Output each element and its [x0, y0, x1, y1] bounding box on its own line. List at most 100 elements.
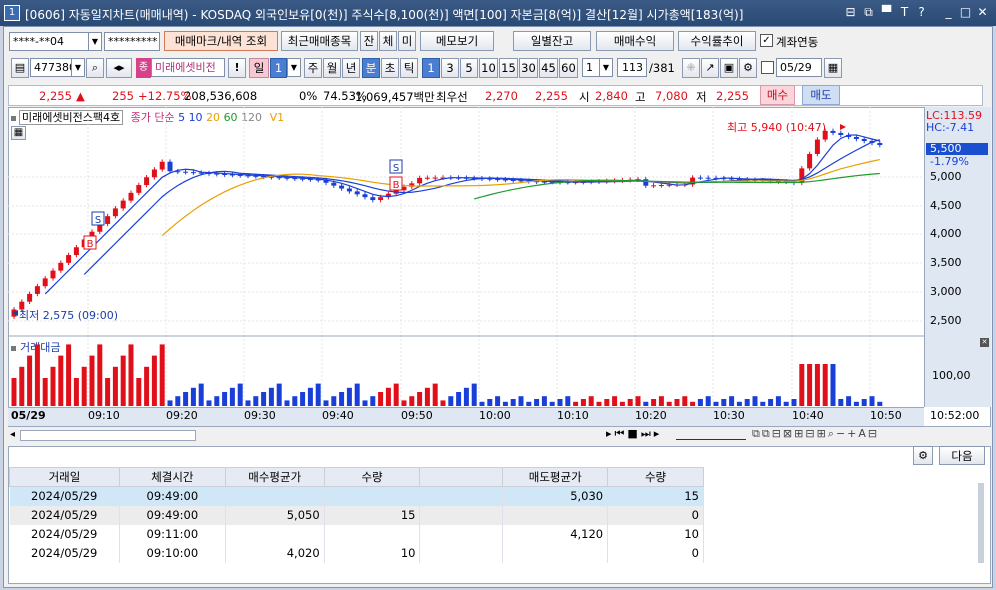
- panel-close-icon[interactable]: ✕: [980, 338, 989, 347]
- password-input[interactable]: *********: [104, 32, 160, 51]
- chart-settings-icon[interactable]: ▤: [11, 58, 29, 78]
- interval-45-button[interactable]: 45: [539, 58, 558, 78]
- close-icon[interactable]: ✕: [975, 5, 990, 19]
- next-page-button[interactable]: 다음: [939, 446, 985, 465]
- volume-bar: [190, 387, 196, 406]
- period-year-button[interactable]: 년: [342, 58, 360, 78]
- candle-body: [432, 177, 438, 179]
- zoom-slider[interactable]: [676, 428, 746, 440]
- period-num-field[interactable]: 1: [270, 58, 287, 78]
- account-link-checkbox[interactable]: ✓: [760, 34, 773, 47]
- interval-3-button[interactable]: 3: [441, 58, 459, 78]
- chart-scrollbar-thumb[interactable]: [20, 430, 196, 441]
- minimize-icon[interactable]: _: [941, 5, 956, 19]
- stock-code-input[interactable]: 477380: [30, 58, 72, 77]
- interval-5-button[interactable]: 5: [460, 58, 478, 78]
- volume-bar: [846, 396, 852, 406]
- playback-controls[interactable]: ▸⏮■⏭▸: [606, 427, 662, 441]
- save-icon[interactable]: ▣: [720, 58, 738, 78]
- col-sell-qty[interactable]: 수량: [607, 467, 704, 487]
- volume-bar: [565, 396, 571, 406]
- trade-profit-button[interactable]: 매매수익: [596, 31, 674, 51]
- volume-bar: [276, 383, 282, 406]
- period-month-button[interactable]: 월: [323, 58, 341, 78]
- table-row[interactable]: 2024/05/29 09:11:00 4,120 10: [9, 524, 704, 544]
- col-sell-avg[interactable]: 매도평균가: [502, 467, 609, 487]
- help-icon[interactable]: ?: [914, 5, 929, 19]
- candle-body: [346, 188, 352, 192]
- interval-30-button[interactable]: 30: [519, 58, 538, 78]
- col-buy-avg[interactable]: 매수평균가: [224, 467, 325, 487]
- font-icon[interactable]: T: [897, 5, 912, 19]
- table-row[interactable]: 2024/05/29 09:10:00 4,020 10 0: [9, 543, 704, 563]
- layout-icon[interactable]: ⊟: [843, 5, 858, 19]
- unfilled-button[interactable]: 미: [398, 31, 416, 51]
- table-cell: 4,120: [502, 524, 609, 544]
- volume-bar: [814, 364, 820, 406]
- volume-bar: [73, 378, 79, 406]
- account-dropdown-icon[interactable]: ▼: [88, 32, 102, 51]
- trend-tool-icon[interactable]: ↗: [701, 58, 719, 78]
- interval-dropdown-icon[interactable]: ▼: [599, 58, 613, 77]
- period-minute-button[interactable]: 분: [362, 58, 380, 78]
- restore-window-icon[interactable]: ⧉: [861, 5, 876, 20]
- candle-body: [42, 278, 48, 287]
- x-tick-label: 10:50: [870, 409, 902, 422]
- crosshair-icon[interactable]: ⁜: [682, 58, 700, 78]
- maximize-icon[interactable]: □: [958, 5, 973, 19]
- interval-15-button[interactable]: 15: [499, 58, 518, 78]
- bar-count-input[interactable]: 113: [617, 58, 647, 77]
- warning-icon[interactable]: !: [228, 58, 246, 78]
- grid-scrollbar[interactable]: [978, 483, 984, 563]
- recent-trades-button[interactable]: 최근매매종목: [281, 31, 358, 51]
- col-buy-qty[interactable]: 수량: [323, 467, 421, 487]
- calendar-icon[interactable]: ▦: [824, 58, 842, 78]
- period-week-button[interactable]: 주: [304, 58, 322, 78]
- jong-badge: 종: [136, 58, 151, 78]
- volume-bar: [81, 366, 87, 406]
- trade-mark-label: S: [95, 215, 101, 226]
- interval-1-button[interactable]: 1: [422, 58, 440, 78]
- period-second-button[interactable]: 초: [381, 58, 399, 78]
- sound-icon[interactable]: ◂▸: [106, 58, 132, 78]
- drawing-tools[interactable]: ⧉⧉⊟⊠⊞⊟⊞⌕−+A⊟: [752, 427, 879, 441]
- interval-60-button[interactable]: 60: [559, 58, 578, 78]
- table-row[interactable]: 2024/05/29 09:49:00 5,050 15 0: [9, 505, 704, 525]
- x-tick-label: 09:30: [244, 409, 276, 422]
- volume-bar: [791, 399, 797, 406]
- date-checkbox[interactable]: [761, 61, 774, 74]
- table-row[interactable]: 2024/05/29 09:49:00 5,030 15: [9, 486, 704, 506]
- memo-button[interactable]: 메모보기: [420, 31, 494, 51]
- table-cell: 0: [607, 505, 704, 525]
- interval-10-button[interactable]: 10: [479, 58, 498, 78]
- x-tick-label: 09:40: [322, 409, 354, 422]
- sell-button[interactable]: 매도: [802, 85, 840, 105]
- candlestick-chart[interactable]: SBSB: [8, 107, 924, 407]
- account-input[interactable]: ****-**04: [9, 32, 89, 51]
- date-input[interactable]: 05/29: [776, 58, 822, 77]
- yield-trend-button[interactable]: 수익률추이: [678, 31, 756, 51]
- price-change: 255: [112, 89, 134, 103]
- daily-balance-button[interactable]: 일별잔고: [513, 31, 591, 51]
- volume-bar: [604, 399, 610, 406]
- volume-bar: [853, 401, 859, 406]
- col-exec-time[interactable]: 체결시간: [118, 467, 226, 487]
- trade-amount: 1,069,457백만: [355, 90, 435, 104]
- executed-button[interactable]: 체: [379, 31, 397, 51]
- buy-button[interactable]: 매수: [760, 85, 795, 105]
- table-cell: 10: [324, 543, 421, 563]
- scroll-left-icon[interactable]: ◂: [10, 429, 15, 440]
- interval-select[interactable]: 1: [582, 58, 600, 77]
- balance-button[interactable]: 잔: [360, 31, 378, 51]
- volume-bar: [440, 400, 446, 406]
- settings-gear-icon[interactable]: ⚙: [913, 446, 933, 465]
- col-trade-date[interactable]: 거래일: [9, 467, 120, 487]
- search-icon[interactable]: ⌕: [86, 58, 104, 78]
- gear-icon[interactable]: ⚙: [739, 58, 757, 78]
- period-day-button[interactable]: 일: [249, 58, 269, 78]
- period-dropdown-icon[interactable]: ▼: [287, 58, 301, 77]
- pin-icon[interactable]: ▀: [879, 5, 894, 19]
- period-tick-button[interactable]: 틱: [400, 58, 418, 78]
- trade-mark-query-button[interactable]: 매매마크/내역 조회: [164, 31, 278, 51]
- stock-code-dropdown-icon[interactable]: ▼: [71, 58, 85, 77]
